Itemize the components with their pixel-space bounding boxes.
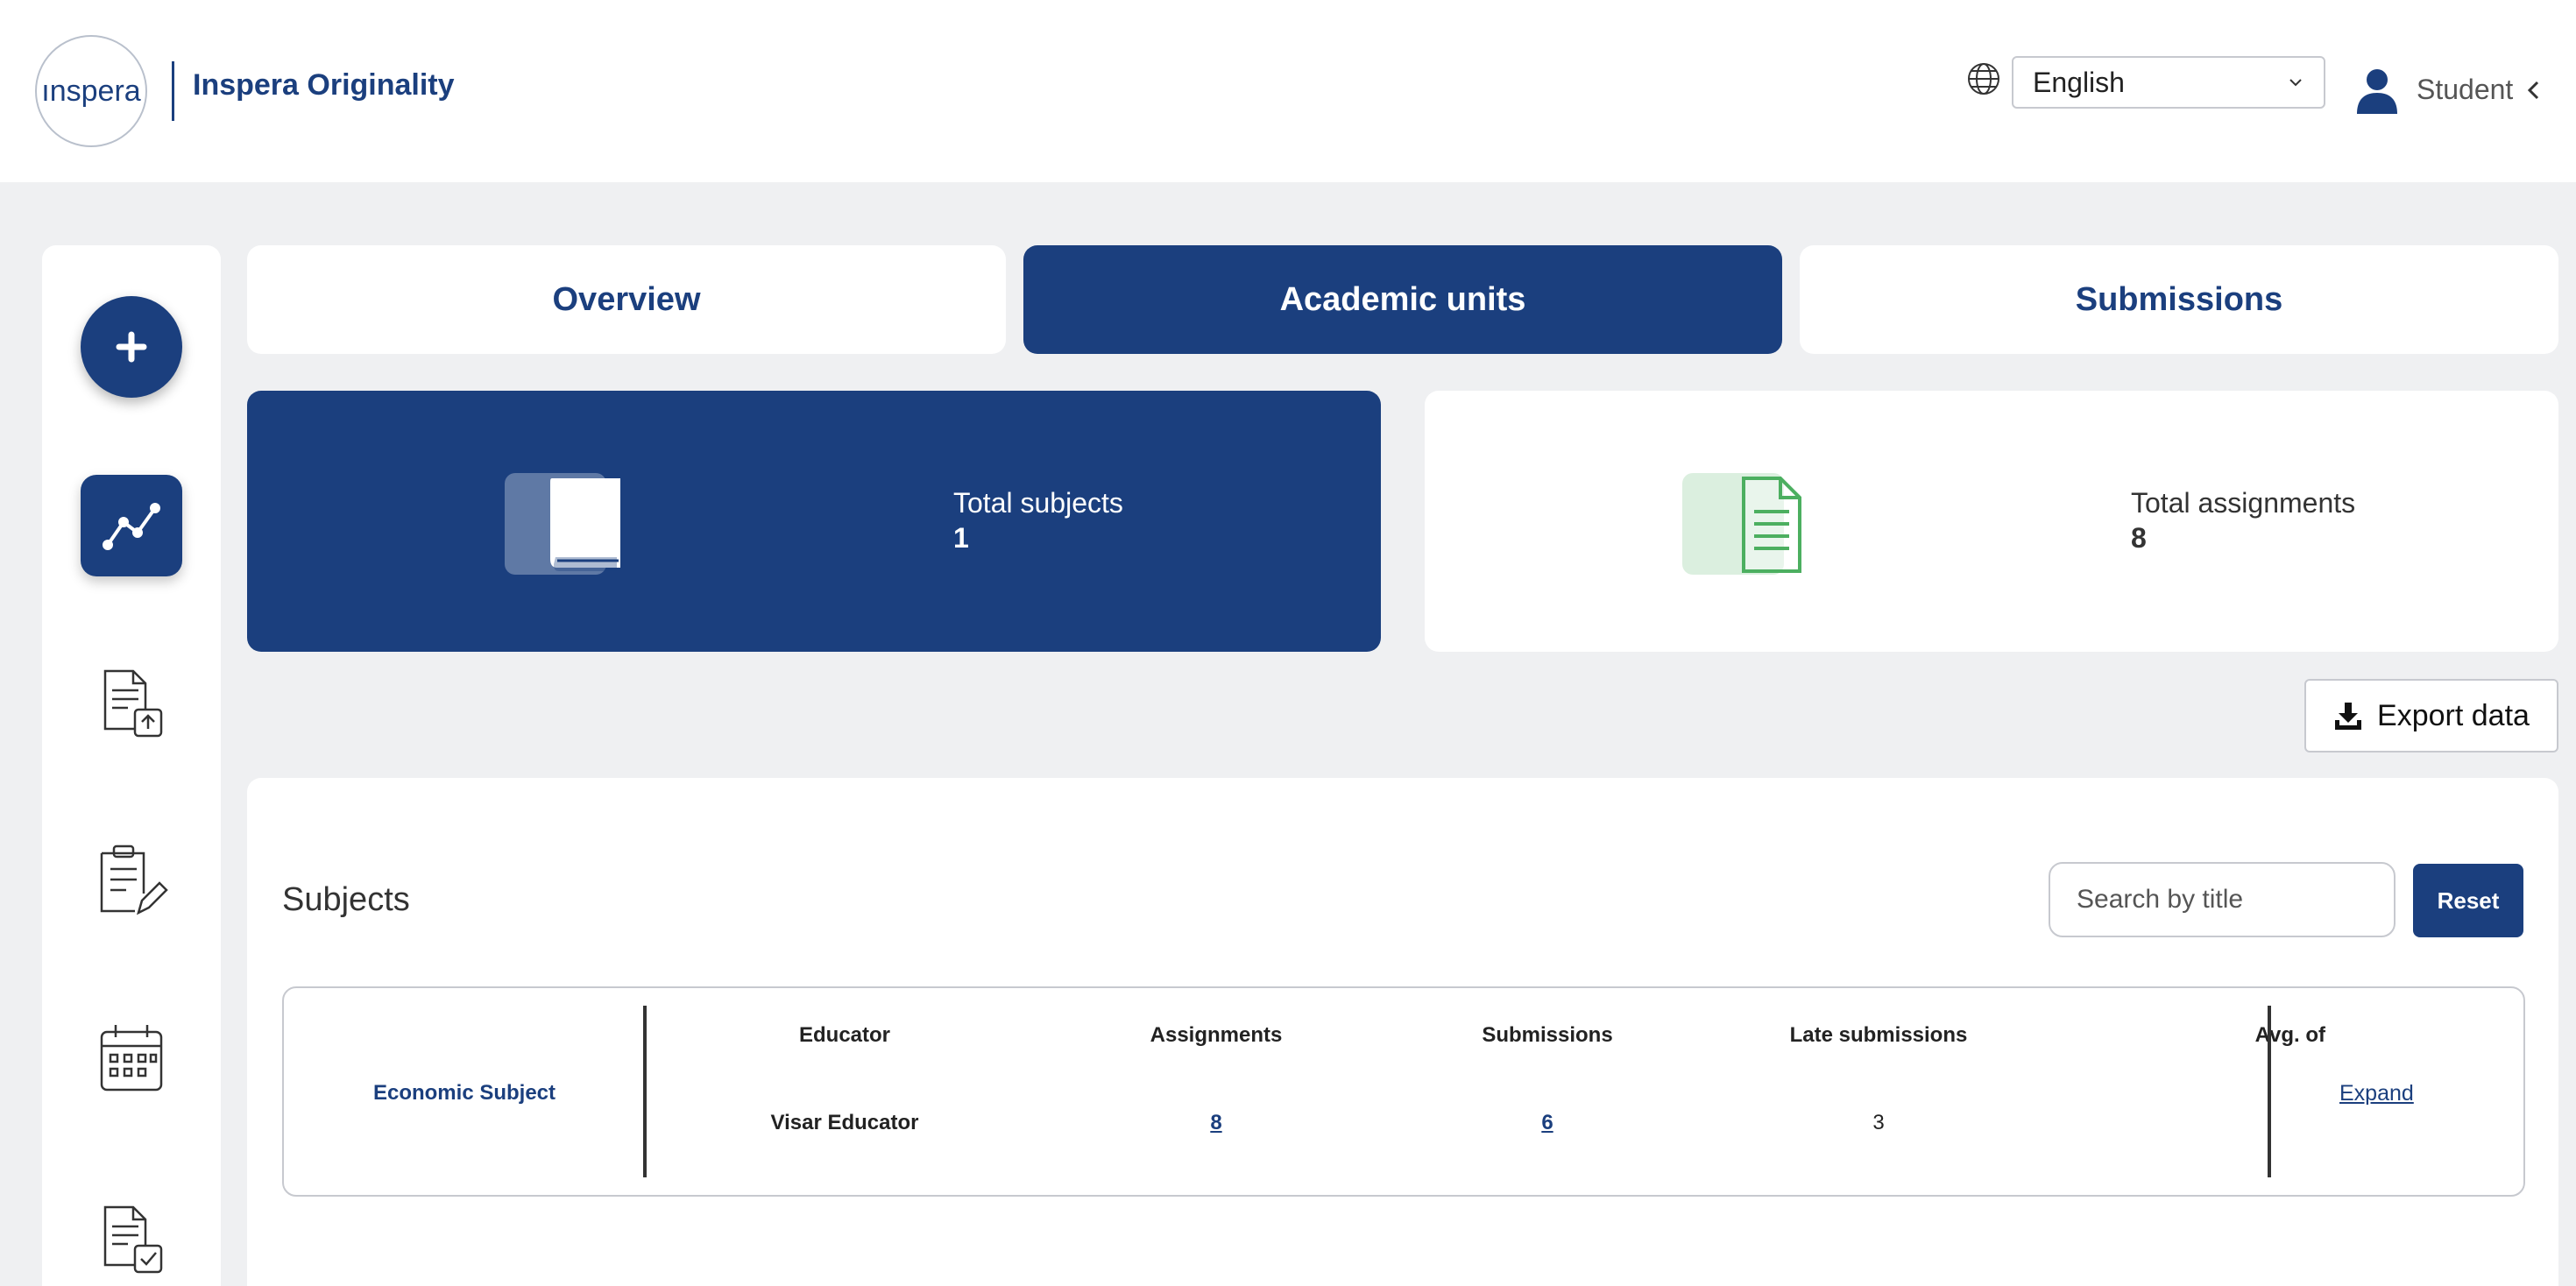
inspera-logo[interactable]: ınspera [35, 35, 147, 147]
subject-row: Economic Subject Educator Assignments Su… [282, 986, 2525, 1197]
sidebar-item-analytics[interactable] [81, 475, 182, 576]
top-header: ınspera Inspera Originality English Stud… [0, 0, 2576, 182]
subject-name[interactable]: Economic Subject [284, 988, 645, 1195]
user-icon[interactable] [2353, 67, 2401, 114]
total-subjects-label: Total subjects [953, 487, 1123, 519]
subjects-panel: Subjects Reset Economic Subject Educator… [247, 778, 2558, 1286]
chart-line-icon [103, 503, 160, 550]
plus-icon [116, 331, 147, 363]
total-subjects-value: 1 [953, 522, 969, 554]
clipboard-edit-icon [100, 844, 168, 915]
total-assignments-card: Total assignments 8 [1425, 391, 2558, 652]
late-submissions-value: 3 [1872, 1111, 1885, 1134]
expand-link[interactable]: Expand [2339, 1081, 2414, 1106]
calendar-icon [100, 1025, 163, 1092]
submissions-link[interactable]: 6 [1541, 1111, 1553, 1134]
tab-overview[interactable]: Overview [247, 245, 1006, 354]
reset-button[interactable]: Reset [2413, 864, 2523, 937]
sidebar-item-upload-document[interactable] [91, 661, 172, 741]
column-header-avg: Avg. of [2254, 1023, 2325, 1047]
new-button[interactable] [81, 296, 182, 398]
export-data-button[interactable]: Export data [2304, 679, 2558, 753]
column-header-assignments: Assignments [1150, 1023, 1283, 1047]
sidebar-item-calendar[interactable] [91, 1018, 172, 1099]
subjects-title: Subjects [282, 881, 410, 918]
language-select[interactable]: English [2012, 56, 2325, 109]
sidebar-nav [42, 245, 221, 1286]
document-check-icon [103, 1205, 163, 1274]
assignments-link[interactable]: 8 [1210, 1111, 1221, 1134]
export-data-label: Export data [2377, 698, 2530, 732]
row-divider [2268, 1006, 2271, 1177]
total-assignments-label: Total assignments [2131, 487, 2356, 519]
chevron-down-icon [2289, 79, 2302, 87]
chevron-left-icon[interactable] [2525, 79, 2543, 102]
logo-divider [172, 61, 174, 121]
sidebar-item-assignments[interactable] [91, 839, 172, 920]
document-icon [1682, 473, 1801, 575]
row-divider [643, 1006, 647, 1177]
submissions-value: 6 [1381, 1111, 1714, 1135]
user-role-label[interactable]: Student [2417, 74, 2513, 106]
educator-value: Visar Educator [770, 1111, 919, 1134]
column-header-educator: Educator [798, 1023, 890, 1047]
document-upload-icon [103, 669, 163, 738]
tab-submissions[interactable]: Submissions [1800, 245, 2558, 354]
book-icon [505, 473, 620, 575]
brand-name: Inspera Originality [193, 68, 455, 102]
assignments-value: 8 [1050, 1111, 1383, 1135]
total-subjects-card: Total subjects 1 [247, 391, 1381, 652]
globe-icon [1968, 63, 1999, 95]
logo-text: ınspera [41, 74, 141, 108]
language-value: English [2033, 66, 2125, 98]
column-header-late-submissions: Late submissions [1789, 1023, 1968, 1047]
sidebar-item-reviewed-documents[interactable] [91, 1197, 172, 1277]
download-icon [2335, 703, 2362, 730]
search-input[interactable] [2049, 862, 2396, 937]
tab-academic-units[interactable]: Academic units [1023, 245, 1782, 354]
column-header-submissions: Submissions [1482, 1023, 1613, 1047]
total-assignments-value: 8 [2131, 522, 2147, 554]
